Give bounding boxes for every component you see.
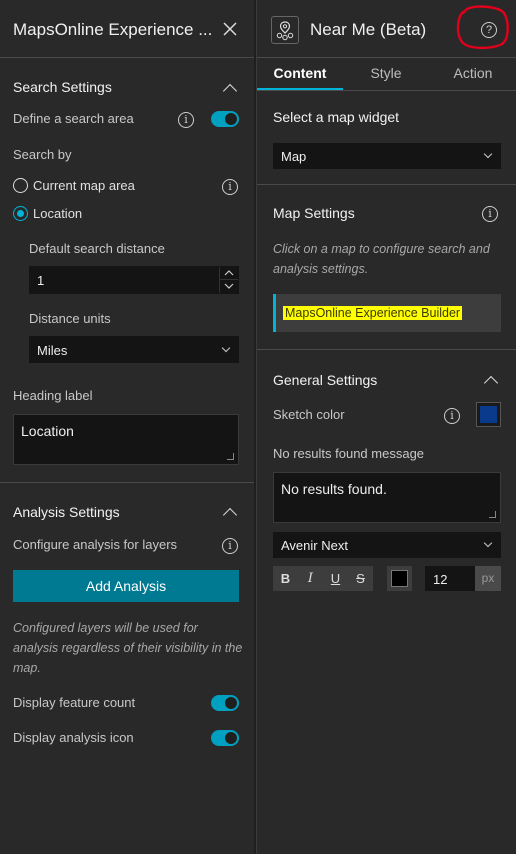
default-distance-input[interactable]: 1 bbox=[29, 266, 239, 294]
strikethrough-button[interactable]: S bbox=[348, 566, 373, 591]
map-widget-value: Map bbox=[281, 149, 307, 164]
general-settings-heading: General Settings bbox=[273, 372, 378, 388]
search-by-label: Search by bbox=[13, 147, 72, 162]
font-size-input[interactable]: 12 bbox=[425, 566, 477, 591]
chevron-down-icon bbox=[483, 538, 493, 548]
no-results-label: No results found message bbox=[273, 446, 425, 461]
tab-style[interactable]: Style bbox=[343, 56, 429, 90]
font-family-select[interactable]: Avenir Next bbox=[273, 532, 501, 558]
info-icon[interactable]: i bbox=[222, 179, 238, 195]
settings-panel-right: Near Me (Beta) ? Content Style Action Se… bbox=[256, 0, 516, 854]
heading-label-textarea[interactable]: Location bbox=[13, 414, 239, 465]
info-icon[interactable]: i bbox=[178, 112, 194, 128]
text-color-swatch bbox=[391, 570, 408, 587]
no-results-value: No results found. bbox=[281, 481, 387, 497]
sketch-color-label: Sketch color bbox=[273, 407, 345, 422]
define-search-area-label: Define a search area bbox=[13, 111, 134, 126]
tab-action[interactable]: Action bbox=[429, 56, 516, 90]
help-icon[interactable]: ? bbox=[481, 22, 497, 38]
default-distance-label: Default search distance bbox=[29, 241, 165, 256]
select-map-widget-label: Select a map widget bbox=[273, 109, 400, 125]
add-analysis-button[interactable]: Add Analysis bbox=[13, 570, 239, 602]
tab-content[interactable]: Content bbox=[257, 56, 343, 90]
distance-units-label: Distance units bbox=[29, 311, 111, 326]
radio-current-map-area-label: Current map area bbox=[33, 178, 135, 193]
underline-button[interactable]: U bbox=[323, 566, 348, 591]
near-me-widget-icon bbox=[271, 16, 299, 44]
font-size-unit: px bbox=[475, 566, 501, 591]
stepper-down-icon[interactable] bbox=[220, 280, 238, 293]
sketch-color-swatch bbox=[480, 406, 497, 423]
map-item-card[interactable]: MapsOnline Experience Builder bbox=[273, 294, 501, 332]
bold-button[interactable]: B bbox=[273, 566, 298, 591]
heading-label-label: Heading label bbox=[13, 388, 93, 403]
number-stepper[interactable] bbox=[219, 267, 238, 293]
info-icon[interactable]: i bbox=[444, 408, 460, 424]
analysis-settings-heading: Analysis Settings bbox=[13, 504, 120, 520]
heading-label-value: Location bbox=[21, 423, 74, 439]
display-analysis-icon-label: Display analysis icon bbox=[13, 730, 134, 745]
info-icon[interactable]: i bbox=[482, 206, 498, 222]
define-search-area-toggle[interactable] bbox=[211, 111, 239, 127]
settings-panel-left: MapsOnline Experience ... Search Setting… bbox=[0, 0, 254, 854]
default-distance-value: 1 bbox=[37, 273, 45, 288]
collapse-general-settings-icon[interactable] bbox=[483, 375, 499, 391]
radio-location[interactable] bbox=[13, 206, 28, 221]
map-settings-heading: Map Settings bbox=[273, 205, 355, 221]
display-analysis-icon-toggle[interactable] bbox=[211, 730, 239, 746]
map-settings-hint: Click on a map to configure search and a… bbox=[273, 242, 490, 276]
chevron-down-icon bbox=[221, 343, 231, 353]
display-feature-count-toggle[interactable] bbox=[211, 695, 239, 711]
widget-title: MapsOnline Experience ... bbox=[13, 20, 213, 39]
info-icon[interactable]: i bbox=[222, 538, 238, 554]
widget-name: Near Me (Beta) bbox=[310, 20, 427, 39]
no-results-textarea[interactable]: No results found. bbox=[273, 472, 501, 523]
distance-units-select[interactable]: Miles bbox=[29, 336, 239, 363]
map-widget-select[interactable]: Map bbox=[273, 143, 501, 169]
radio-location-label: Location bbox=[33, 206, 83, 221]
display-feature-count-label: Display feature count bbox=[13, 695, 136, 710]
collapse-analysis-settings-icon[interactable] bbox=[222, 507, 238, 523]
chevron-down-icon bbox=[483, 149, 493, 159]
analysis-note: Configured layers will be used for analy… bbox=[13, 621, 243, 675]
collapse-search-settings-icon[interactable] bbox=[222, 83, 238, 99]
distance-units-value: Miles bbox=[37, 343, 68, 358]
close-icon[interactable] bbox=[222, 21, 238, 37]
stepper-up-icon[interactable] bbox=[220, 267, 238, 280]
configure-analysis-label: Configure analysis for layers bbox=[13, 537, 178, 552]
sketch-color-picker[interactable] bbox=[476, 402, 501, 427]
radio-current-map-area[interactable] bbox=[13, 178, 28, 193]
resize-handle-icon[interactable] bbox=[489, 511, 496, 518]
font-size-value: 12 bbox=[433, 572, 448, 587]
font-family-value: Avenir Next bbox=[281, 538, 348, 553]
resize-handle-icon[interactable] bbox=[227, 453, 234, 460]
map-item-label: MapsOnline Experience Builder bbox=[283, 306, 463, 320]
italic-button[interactable]: I bbox=[298, 566, 323, 591]
text-color-picker[interactable] bbox=[387, 566, 412, 591]
search-settings-heading: Search Settings bbox=[13, 79, 112, 95]
